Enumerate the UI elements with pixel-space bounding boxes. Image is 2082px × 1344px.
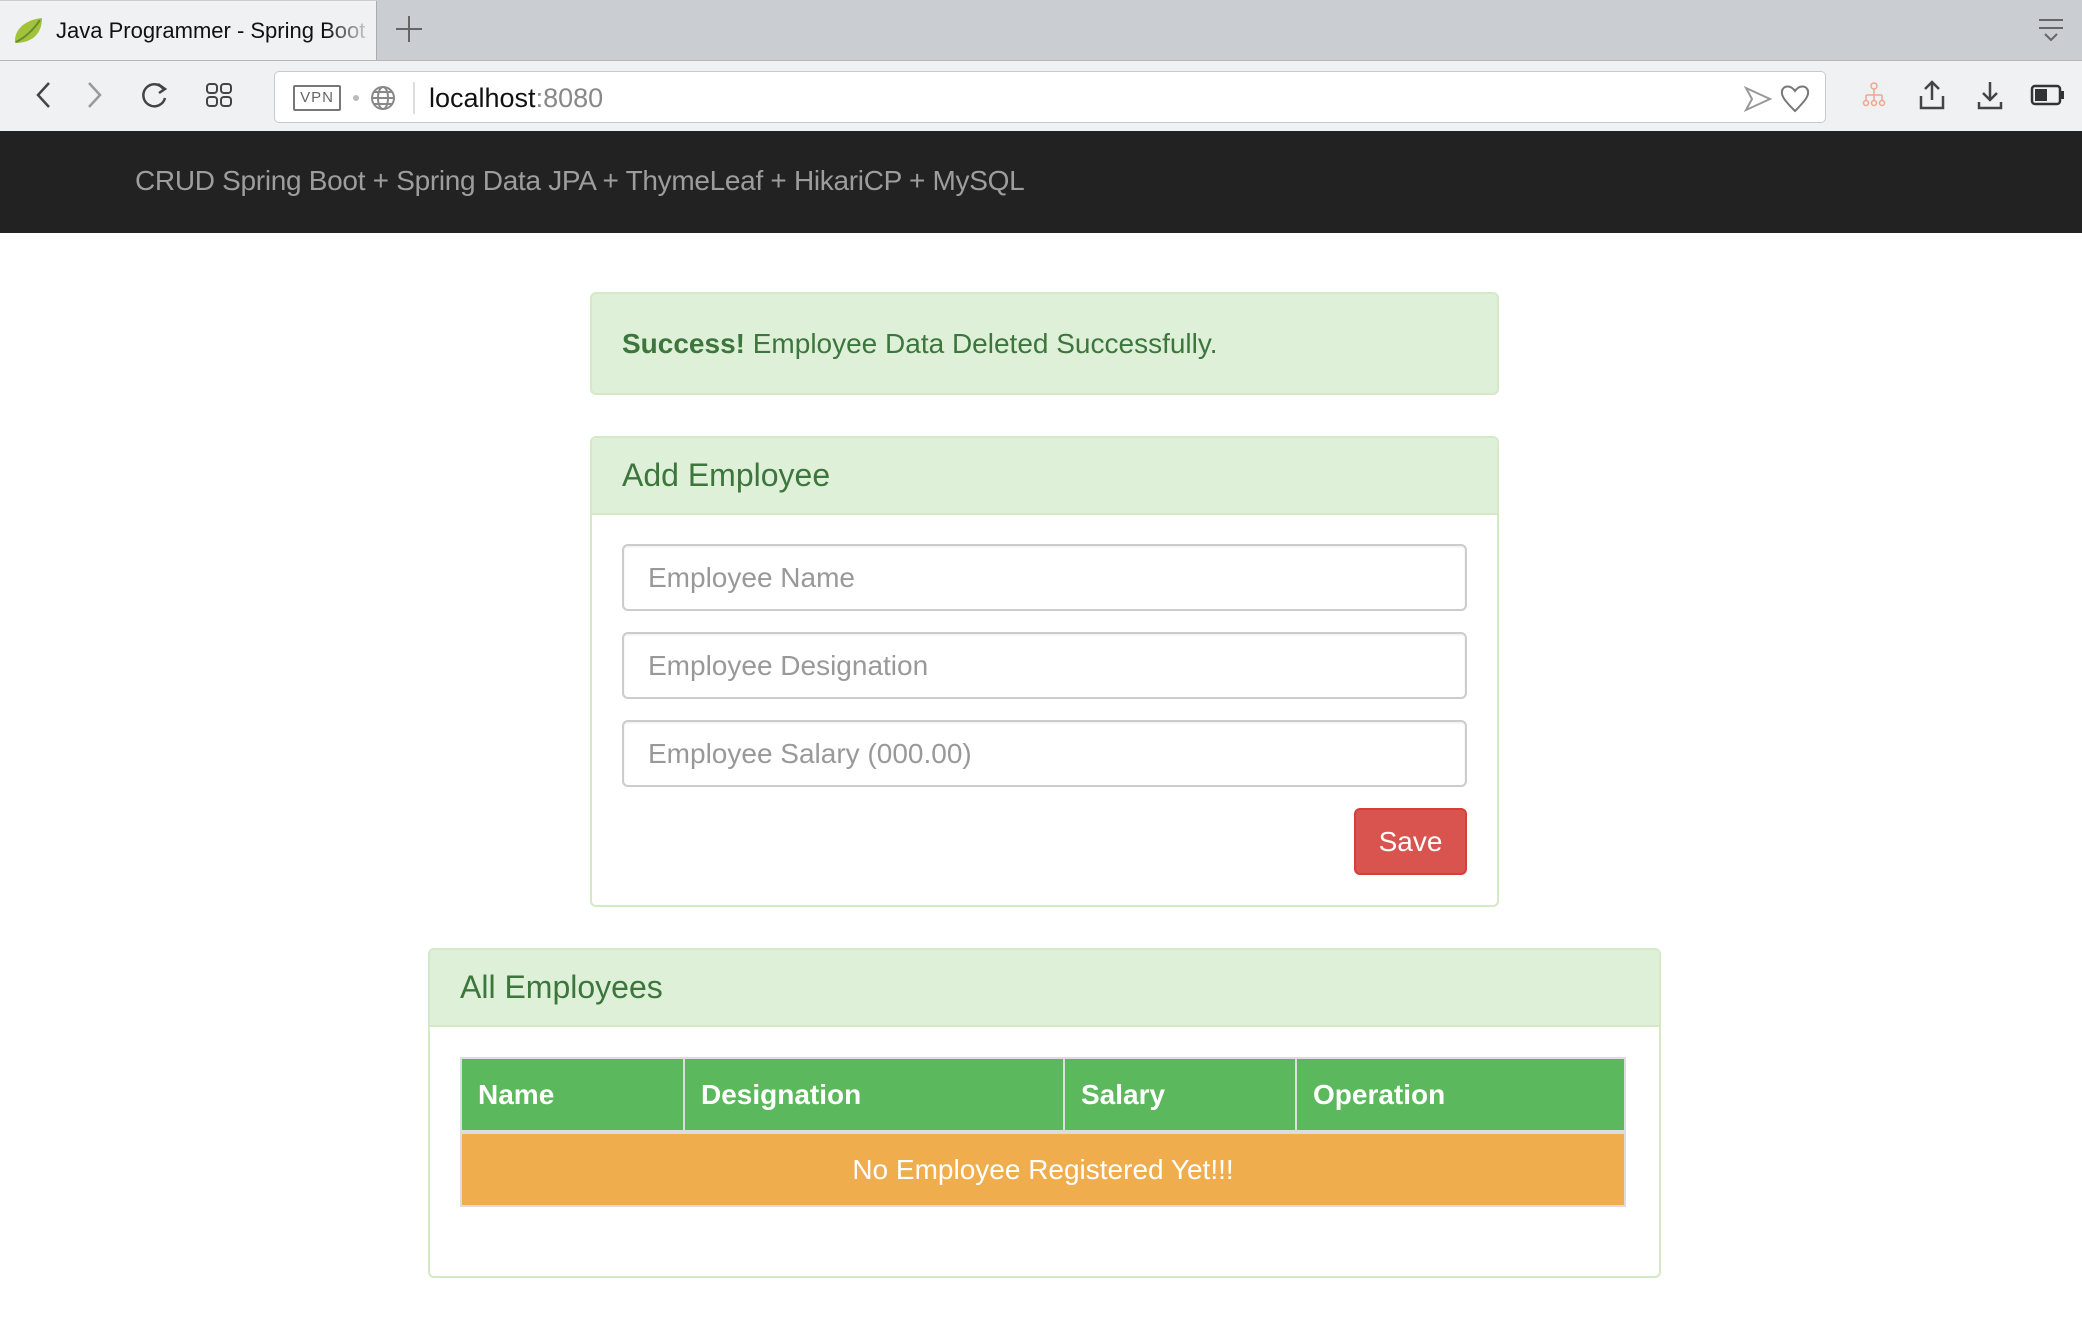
- employee-salary-input[interactable]: [622, 720, 1467, 787]
- separator-dot: [353, 95, 359, 101]
- url-text[interactable]: localhost:8080: [429, 82, 603, 114]
- employees-table: Name Designation Salary Operation No Emp…: [460, 1057, 1626, 1207]
- heart-icon[interactable]: [1779, 82, 1811, 114]
- reload-icon: [142, 82, 168, 108]
- navbar: CRUD Spring Boot + Spring Data JPA + Thy…: [0, 131, 2082, 233]
- forward-icon: [88, 82, 102, 108]
- globe-icon[interactable]: [369, 84, 397, 112]
- address-bar[interactable]: VPN localhost:8080: [274, 71, 1826, 123]
- battery-icon: [2030, 84, 2064, 106]
- table-row: No Employee Registered Yet!!!: [460, 1131, 1626, 1207]
- url-host: localhost: [429, 83, 536, 113]
- sitemap-extension-icon: [1860, 80, 1888, 110]
- tab-grid-icon: [206, 83, 232, 107]
- browser-tab[interactable]: Java Programmer - Spring Boot: [0, 1, 377, 60]
- spring-leaf-icon: [14, 17, 42, 43]
- reload-button[interactable]: [134, 75, 174, 115]
- employee-name-input[interactable]: [622, 544, 1467, 611]
- column-header-designation: Designation: [683, 1057, 1065, 1134]
- column-header-name: Name: [460, 1057, 685, 1134]
- column-header-salary: Salary: [1063, 1057, 1297, 1134]
- battery-button[interactable]: [2028, 75, 2068, 115]
- share-icon: [1919, 80, 1945, 110]
- table-header-row: Name Designation Salary Operation: [460, 1057, 1626, 1134]
- back-button[interactable]: [24, 75, 64, 115]
- column-header-operation: Operation: [1295, 1057, 1626, 1134]
- tab-bar: Java Programmer - Spring Boot: [0, 0, 2082, 60]
- navbar-brand[interactable]: CRUD Spring Boot + Spring Data JPA + Thy…: [135, 165, 1025, 197]
- empty-table-message: No Employee Registered Yet!!!: [460, 1131, 1626, 1207]
- add-employee-title: Add Employee: [592, 438, 1497, 515]
- tab-title: Java Programmer - Spring Boot: [56, 17, 366, 43]
- address-divider: [413, 82, 415, 114]
- share-button[interactable]: [1912, 75, 1952, 115]
- tab-menu-icon[interactable]: [2036, 16, 2066, 46]
- all-employees-title: All Employees: [430, 950, 1659, 1027]
- alert-message: Employee Data Deleted Successfully.: [744, 328, 1218, 359]
- employee-designation-input[interactable]: [622, 632, 1467, 699]
- alert-strong: Success!: [622, 328, 745, 359]
- download-button[interactable]: [1970, 75, 2010, 115]
- browser-toolbar: VPN localhost:8080: [0, 60, 2082, 131]
- success-alert: Success! Employee Data Deleted Successfu…: [590, 292, 1499, 395]
- add-employee-panel: Add Employee Save: [590, 436, 1499, 907]
- forward-button[interactable]: [74, 75, 114, 115]
- vpn-badge[interactable]: VPN: [293, 85, 341, 111]
- all-employees-panel: All Employees Name Designation Salary Op…: [428, 948, 1661, 1278]
- new-tab-icon[interactable]: [392, 10, 426, 48]
- back-icon: [36, 82, 50, 108]
- tab-grid-button[interactable]: [199, 75, 239, 115]
- send-icon[interactable]: [1743, 84, 1773, 114]
- sitemap-extension-button[interactable]: [1854, 75, 1894, 115]
- save-button[interactable]: Save: [1354, 808, 1467, 875]
- url-port: :8080: [535, 83, 604, 113]
- download-icon: [1977, 82, 2003, 110]
